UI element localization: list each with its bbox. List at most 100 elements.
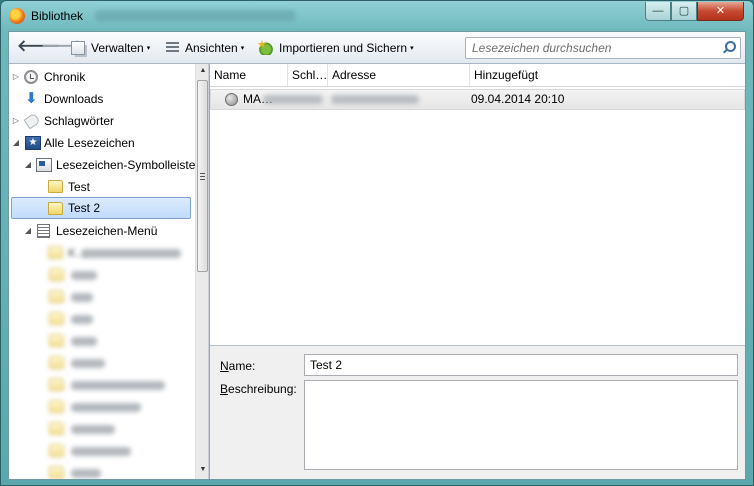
window-client: 🡐 🡒 Verwalten▾ Ansichten▾ Importieren un… xyxy=(8,31,746,480)
folder-icon xyxy=(49,400,64,413)
sidebar-item-label: Alle Lesezeichen xyxy=(44,136,135,150)
folder-icon xyxy=(49,356,64,369)
table-row[interactable]: MA… 09.04.2014 20:10 xyxy=(210,89,745,110)
search-input[interactable] xyxy=(472,41,712,55)
name-label: Name: xyxy=(220,359,255,373)
blurred-folder-row[interactable] xyxy=(9,440,195,462)
library-window: Bibliothek — ▢ ✕ 🡐 🡒 Verwalten ▾ Ansichte… xyxy=(0,0,754,486)
blurred-text xyxy=(71,403,141,412)
sidebar-item-blurred-folder[interactable]: K… xyxy=(9,242,195,264)
sidebar-tree: ▷ Chronik ⬇ Downloads ▷ Schlagwörter ◢ ★… xyxy=(9,64,209,479)
sidebar-item-label: Test 2 xyxy=(68,201,101,215)
row-added: 09.04.2014 20:10 xyxy=(471,92,565,106)
name-label-accesskey: N xyxy=(220,359,229,373)
folder-icon xyxy=(49,378,64,391)
views-icon xyxy=(166,42,179,53)
folder-icon xyxy=(49,312,64,325)
blurred-folder-row[interactable] xyxy=(9,286,195,308)
folder-icon xyxy=(48,180,63,193)
search-icon[interactable] xyxy=(722,41,736,55)
views-menu-button[interactable]: Ansichten ▾ xyxy=(166,38,244,58)
name-label-text: ame: xyxy=(228,359,256,373)
blurred-folder-row[interactable] xyxy=(9,352,195,374)
window-title: Bibliothek xyxy=(31,9,84,23)
scroll-up-arrow-icon[interactable]: ▲ xyxy=(196,64,208,78)
folder-icon xyxy=(49,290,64,303)
sidebar-item-all-bookmarks[interactable]: ◢ ★ Alle Lesezeichen xyxy=(9,132,195,154)
blurred-folder-row[interactable] xyxy=(9,308,195,330)
download-arrow-icon: ⬇ xyxy=(25,90,38,107)
scrollbar-grip-icon xyxy=(200,173,205,180)
sidebar-item-label: Chronik xyxy=(44,70,86,84)
toolbar: 🡐 🡒 Verwalten▾ Ansichten▾ Importieren un… xyxy=(9,32,745,64)
blurred-folder-row[interactable] xyxy=(9,462,195,479)
blurred-text xyxy=(71,271,97,280)
import-star-icon xyxy=(257,35,273,55)
chevron-down-icon: ▾ xyxy=(240,45,245,52)
sidebar-item-label: Downloads xyxy=(44,92,104,106)
sidebar-scrollbar[interactable]: ▲ ▼ xyxy=(195,64,208,479)
chevron-down-icon: ▾ xyxy=(146,45,151,52)
sidebar-item-downloads[interactable]: ⬇ Downloads xyxy=(9,88,195,110)
close-button[interactable]: ✕ xyxy=(697,2,744,21)
expand-twisty-icon[interactable]: ▷ xyxy=(11,66,21,88)
details-pane: Name: Test 2 Beschreibung: xyxy=(210,347,745,479)
column-header-name[interactable]: Name xyxy=(210,64,288,86)
collapse-twisty-icon[interactable]: ◢ xyxy=(23,154,33,176)
folder-icon xyxy=(48,246,63,259)
name-field[interactable]: Test 2 xyxy=(304,354,738,376)
chevron-down-icon: ▾ xyxy=(410,45,414,52)
blurred-name xyxy=(263,95,323,104)
column-header-address[interactable]: Adresse xyxy=(328,64,470,86)
blurred-folder-row[interactable] xyxy=(9,418,195,440)
sidebar-item-label: Lesezeichen-Menü xyxy=(56,224,158,238)
scrollbar-thumb[interactable] xyxy=(197,80,208,272)
sidebar-item-history[interactable]: ▷ Chronik xyxy=(9,66,195,88)
bookmark-list: Name Schl… Adresse Hinzugefügt MA… 09.04… xyxy=(210,64,745,346)
description-field[interactable] xyxy=(304,380,738,470)
sidebar-item-folder-test-2[interactable]: Test 2 xyxy=(11,197,191,219)
sidebar-item-label: Schlagwörter xyxy=(44,114,115,128)
bookmarks-menu-icon xyxy=(37,224,50,238)
expand-twisty-icon[interactable]: ▷ xyxy=(11,110,21,132)
folder-icon xyxy=(49,444,64,457)
minimize-button[interactable]: — xyxy=(645,2,671,21)
manage-menu-button[interactable]: Verwalten ▾ xyxy=(71,38,150,58)
sidebar-item-label: Test xyxy=(68,180,91,194)
sidebar-item-bookmarks-toolbar[interactable]: ◢ Lesezeichen-Symbolleiste xyxy=(9,154,195,176)
history-icon xyxy=(24,70,38,84)
tag-icon xyxy=(23,112,41,130)
column-header-keyword[interactable]: Schl… xyxy=(288,64,328,86)
import-label: Importieren und Sichern xyxy=(279,41,408,55)
import-backup-menu-button[interactable]: Importieren und Sichern▾ xyxy=(257,35,414,58)
column-header-added[interactable]: Hinzugefügt xyxy=(470,64,745,86)
folder-icon xyxy=(49,466,64,479)
sidebar-item-folder-test[interactable]: Test xyxy=(9,176,195,198)
collapse-twisty-icon[interactable]: ◢ xyxy=(23,220,33,242)
sidebar-item-tags[interactable]: ▷ Schlagwörter xyxy=(9,110,195,132)
manage-icon xyxy=(71,41,85,55)
blurred-text xyxy=(71,337,97,346)
blurred-folder-row[interactable] xyxy=(9,264,195,286)
blurred-text xyxy=(71,293,93,302)
title-bar[interactable]: Bibliothek — ▢ ✕ xyxy=(1,1,753,31)
blurred-folder-row[interactable] xyxy=(9,396,195,418)
blurred-text xyxy=(71,469,101,478)
blurred-folder-row[interactable] xyxy=(9,374,195,396)
blurred-folder-row[interactable] xyxy=(9,330,195,352)
search-box[interactable] xyxy=(465,37,741,59)
all-bookmarks-star-icon: ★ xyxy=(25,136,41,150)
scroll-down-arrow-icon[interactable]: ▼ xyxy=(196,463,208,477)
description-label-text: eschreibung: xyxy=(228,382,297,396)
collapse-twisty-icon[interactable]: ◢ xyxy=(11,132,21,154)
maximize-button[interactable]: ▢ xyxy=(671,2,697,21)
blurred-title-region xyxy=(95,10,295,21)
sidebar-item-bookmarks-menu[interactable]: ◢ Lesezeichen-Menü xyxy=(9,220,195,242)
description-label-accesskey: B xyxy=(220,382,229,396)
views-label: Ansichten xyxy=(185,41,238,55)
sidebar-item-label: Lesezeichen-Symbolleiste xyxy=(56,158,196,172)
blurred-text xyxy=(71,425,115,434)
blurred-address xyxy=(331,95,419,104)
description-label: Beschreibung: xyxy=(220,382,297,396)
header-divider xyxy=(210,86,745,87)
